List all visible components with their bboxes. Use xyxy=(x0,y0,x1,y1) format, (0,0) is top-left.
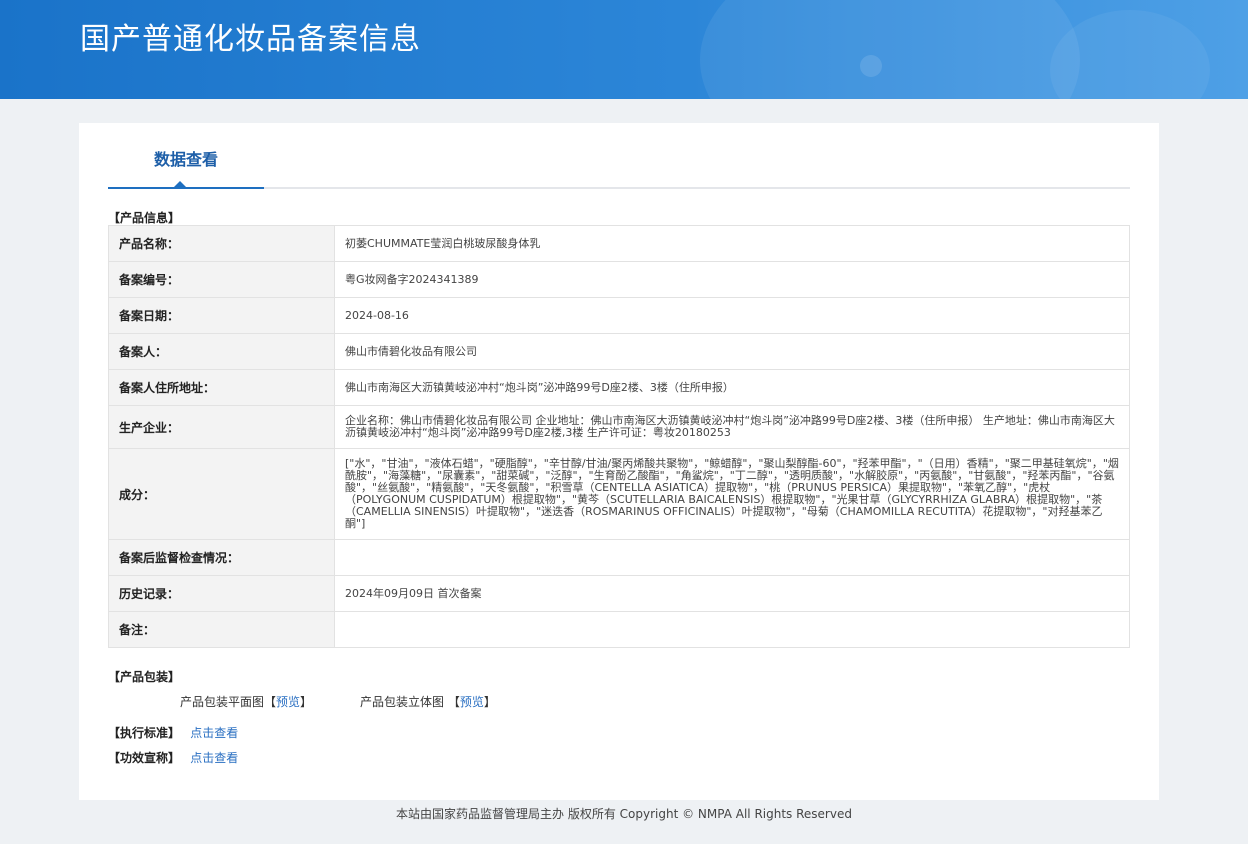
package-solid-preview-link[interactable]: 预览 xyxy=(460,695,484,709)
package-flat-preview-link[interactable]: 预览 xyxy=(276,695,300,709)
row-label: 备案编号： xyxy=(108,261,335,298)
content-card: 数据查看 【产品信息】 产品名称： 初萎CHUMMATE莹润白桃玻尿酸身体乳 备… xyxy=(79,123,1159,800)
row-label: 备案人住所地址： xyxy=(108,369,335,406)
efficacy-row: 【功效宣称】 点击查看 xyxy=(108,749,238,766)
row-value: ["水"，"甘油"，"液体石蜡"，"硬脂醇"，"辛甘醇/甘油/聚丙烯酸共聚物"，… xyxy=(334,448,1130,540)
bracket-open: 【 xyxy=(264,695,277,709)
row-value: 2024年09月09日 首次备案 xyxy=(334,575,1130,612)
package-solid-item: 产品包装立体图 【预览】 xyxy=(360,693,496,710)
standard-row: 【执行标准】 点击查看 xyxy=(108,724,238,741)
header-banner: 国产普通化妆品备案信息 xyxy=(0,0,1248,99)
banner-decoration xyxy=(1050,10,1210,99)
table-row: 备案人住所地址： 佛山市南海区大沥镇黄岐泌冲村“炮斗岗”泌冲路99号D座2楼、3… xyxy=(108,369,1130,406)
row-label: 历史记录： xyxy=(108,575,335,612)
package-flat-item: 产品包装平面图【预览】 xyxy=(180,693,312,710)
page-title: 国产普通化妆品备案信息 xyxy=(80,22,421,57)
banner-decoration xyxy=(860,55,882,77)
row-value: 企业名称：佛山市倩碧化妆品有限公司 企业地址：佛山市南海区大沥镇黄岐泌冲村“炮斗… xyxy=(334,405,1130,449)
banner-decoration xyxy=(700,0,1080,99)
table-row: 备注： xyxy=(108,611,1130,648)
row-value: 初萎CHUMMATE莹润白桃玻尿酸身体乳 xyxy=(334,225,1130,262)
row-label: 备案日期： xyxy=(108,297,335,334)
table-row: 生产企业： 企业名称：佛山市倩碧化妆品有限公司 企业地址：佛山市南海区大沥镇黄岐… xyxy=(108,405,1130,449)
row-value xyxy=(334,611,1130,648)
section-efficacy: 【功效宣称】 xyxy=(108,751,181,765)
table-row: 备案后监督检查情况： xyxy=(108,539,1130,576)
package-solid-label: 产品包装立体图 xyxy=(360,695,445,709)
row-label: 成分： xyxy=(108,448,335,540)
table-row: 备案编号： 粤G妆网备字2024341389 xyxy=(108,261,1130,298)
row-value: 佛山市南海区大沥镇黄岐泌冲村“炮斗岗”泌冲路99号D座2楼、3楼（住所申报） xyxy=(334,369,1130,406)
efficacy-view-link[interactable]: 点击查看 xyxy=(190,751,238,765)
tab-active-caret-icon xyxy=(174,181,186,187)
tab-data-view[interactable]: 数据查看 xyxy=(108,145,264,189)
bracket-open: 【 xyxy=(447,695,460,709)
table-row: 成分： ["水"，"甘油"，"液体石蜡"，"硬脂醇"，"辛甘醇/甘油/聚丙烯酸共… xyxy=(108,448,1130,540)
row-label: 备注： xyxy=(108,611,335,648)
row-value xyxy=(334,539,1130,576)
row-value: 佛山市倩碧化妆品有限公司 xyxy=(334,333,1130,370)
bracket-close: 】 xyxy=(483,695,496,709)
table-row: 备案人： 佛山市倩碧化妆品有限公司 xyxy=(108,333,1130,370)
row-value: 2024-08-16 xyxy=(334,297,1130,334)
tab-label: 数据查看 xyxy=(153,150,218,169)
tab-bar: 数据查看 xyxy=(108,145,1130,189)
product-info-table: 产品名称： 初萎CHUMMATE莹润白桃玻尿酸身体乳 备案编号： 粤G妆网备字2… xyxy=(108,225,1130,648)
section-product-info: 【产品信息】 xyxy=(108,211,181,225)
package-flat-label: 产品包装平面图 xyxy=(180,695,265,709)
row-label: 备案后监督检查情况： xyxy=(108,539,335,576)
standard-view-link[interactable]: 点击查看 xyxy=(190,726,238,740)
row-label: 备案人： xyxy=(108,333,335,370)
section-standard: 【执行标准】 xyxy=(108,726,181,740)
table-row: 备案日期： 2024-08-16 xyxy=(108,297,1130,334)
table-row: 历史记录： 2024年09月09日 首次备案 xyxy=(108,575,1130,612)
row-label: 生产企业： xyxy=(108,405,335,449)
section-packaging: 【产品包装】 xyxy=(108,670,181,684)
row-label: 产品名称： xyxy=(108,225,335,262)
table-row: 产品名称： 初萎CHUMMATE莹润白桃玻尿酸身体乳 xyxy=(108,225,1130,262)
bracket-close: 】 xyxy=(300,695,313,709)
row-value: 粤G妆网备字2024341389 xyxy=(334,261,1130,298)
footer-copyright: 本站由国家药品监督管理局主办 版权所有 Copyright © NMPA All… xyxy=(396,807,852,821)
